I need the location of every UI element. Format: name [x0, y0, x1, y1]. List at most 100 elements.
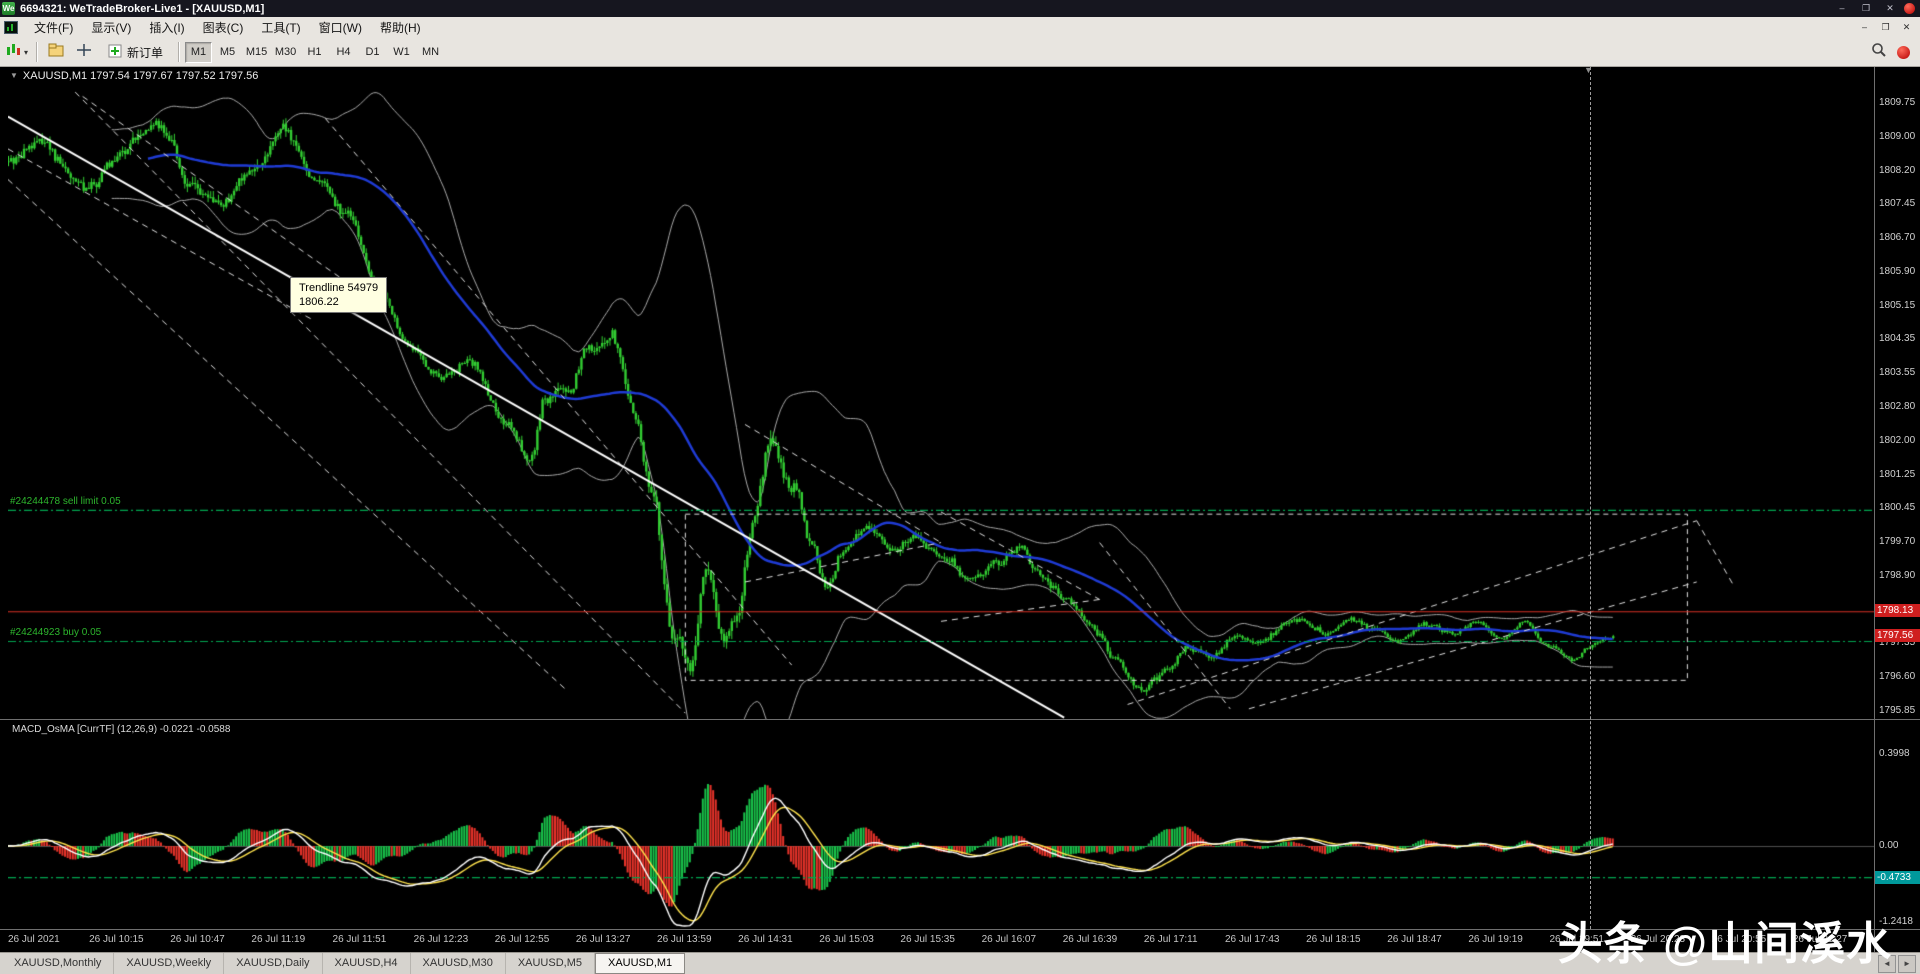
- crosshair-line: [1590, 67, 1591, 929]
- price-scale-label: 1809.00: [1879, 130, 1916, 142]
- time-axis-label: 26 Jul 19:19: [1468, 934, 1523, 945]
- price-scale-label: 1799.70: [1879, 536, 1916, 548]
- watermark: 头条 @山间溪水: [1557, 918, 1892, 969]
- time-axis-label: 26 Jul 14:31: [738, 934, 793, 945]
- tab-xauusd-m5[interactable]: XAUUSD,M5: [506, 953, 595, 974]
- close-button[interactable]: ✕: [1884, 0, 1896, 17]
- macd-scale-max: 0.3998: [1879, 748, 1910, 759]
- toolbar-separator: [36, 42, 37, 62]
- tab-xauusd-m30[interactable]: XAUUSD,M30: [411, 953, 506, 974]
- tab-xauusd-m1[interactable]: XAUUSD,M1: [595, 953, 686, 974]
- record-icon[interactable]: [1897, 45, 1910, 59]
- price-scale-label: 1806.70: [1879, 232, 1916, 244]
- timeframe-mn-button[interactable]: MN: [417, 42, 444, 63]
- new-chart-icon: [6, 43, 22, 62]
- menu-t[interactable]: 工具(T): [252, 16, 309, 39]
- crosshair-icon: [76, 43, 92, 62]
- tab-xauusd-weekly[interactable]: XAUUSD,Weekly: [114, 953, 225, 974]
- toolbar: ▾ 新订单 M1 M5 M15 M30 H1 H4 D1 W1 MN: [0, 38, 1920, 67]
- time-axis-label: 26 Jul 13:59: [657, 934, 712, 945]
- tab-xauusd-h4[interactable]: XAUUSD,H4: [323, 953, 411, 974]
- price-scale-label: 1804.35: [1879, 333, 1916, 345]
- child-restore-button[interactable]: ❐: [1880, 22, 1891, 33]
- price-scale-label: 1802.80: [1879, 401, 1916, 413]
- timeframe-h4-button[interactable]: H4: [330, 42, 357, 63]
- time-axis-label: 26 Jul 12:23: [413, 934, 469, 945]
- price-scale-label: 1798.90: [1879, 569, 1916, 581]
- time-axis-label: 26 Jul 17:11: [1143, 934, 1198, 945]
- profiles-icon: [48, 43, 64, 62]
- price-scale-label: 1800.45: [1879, 502, 1916, 514]
- window-controls: – ❐ ✕: [1836, 0, 1896, 17]
- trendline-tooltip: Trendline 54979 1806.22: [290, 277, 388, 313]
- menu-i[interactable]: 插入(I): [140, 16, 193, 39]
- child-close-button[interactable]: ✕: [1901, 22, 1912, 33]
- time-axis-label: 26 Jul 12:55: [494, 934, 550, 945]
- sell-limit-order-label[interactable]: #24244478 sell limit 0.05: [10, 496, 121, 507]
- one-click-trading-icon[interactable]: ▼: [10, 71, 18, 80]
- time-axis-label: 26 Jul 11:19: [251, 934, 306, 945]
- price-scale-label: 1805.90: [1879, 265, 1916, 277]
- menu-w[interactable]: 窗口(W): [310, 16, 371, 39]
- time-axis-label: 26 Jul 18:15: [1306, 934, 1361, 945]
- timeframe-m15-button[interactable]: M15: [243, 42, 270, 63]
- price-scale-label: 1801.25: [1879, 468, 1916, 480]
- time-marker-icon: ▼: [1584, 67, 1593, 75]
- tab-xauusd-monthly[interactable]: XAUUSD,Monthly: [2, 953, 115, 974]
- app-icon: We: [2, 2, 15, 15]
- chart-window: ▼ XAUUSD,M1 1797.54 1797.67 1797.52 1797.…: [0, 67, 1920, 952]
- chart-window-icon: [4, 21, 18, 34]
- macd-indicator-canvas[interactable]: [8, 720, 1874, 929]
- time-axis-label: 26 Jul 2021: [8, 934, 60, 945]
- maximize-button[interactable]: ❐: [1860, 0, 1872, 17]
- toolbar-separator: [178, 42, 180, 62]
- tooltip-value: 1806.22: [299, 296, 339, 308]
- time-axis-label: 26 Jul 15:35: [900, 934, 955, 945]
- buy-order-label[interactable]: #24244923 buy 0.05: [10, 627, 101, 638]
- time-axis-label: 26 Jul 10:47: [170, 934, 225, 945]
- menu-f[interactable]: 文件(F): [25, 16, 82, 39]
- time-axis-label: 26 Jul 16:07: [981, 934, 1037, 945]
- tabs-scroll-right-button[interactable]: ►: [1898, 955, 1916, 973]
- new-chart-button[interactable]: ▾: [4, 40, 30, 64]
- price-scale-border: [1874, 67, 1875, 952]
- chevron-down-icon: ▾: [23, 47, 28, 57]
- macd-level-badge: -0.4733: [1875, 871, 1920, 884]
- menu-c[interactable]: 图表(C): [194, 16, 253, 39]
- menu-bar: 文件(F) 显示(V) 插入(I) 图表(C) 工具(T) 窗口(W) 帮助(H) – ❐ …: [0, 17, 1920, 39]
- price-scale-label: 1807.45: [1879, 198, 1916, 210]
- pane-separator[interactable]: [0, 719, 1920, 720]
- main-chart-canvas[interactable]: [8, 67, 1874, 719]
- symbol-ohlc-label: ▼ XAUUSD,M1 1797.54 1797.67 1797.52 1797.…: [10, 70, 258, 82]
- tooltip-title: Trendline 54979: [299, 282, 379, 294]
- time-axis-label: 26 Jul 16:39: [1062, 934, 1118, 945]
- price-scale-label: 1802.00: [1879, 434, 1916, 446]
- timeframe-m30-button[interactable]: M30: [272, 42, 299, 63]
- crosshair-button[interactable]: [71, 40, 97, 64]
- timeframe-w1-button[interactable]: W1: [388, 42, 415, 63]
- macd-indicator-label: MACD_OsMA [CurrTF] (12,26,9) -0.0221 -0.…: [12, 724, 231, 735]
- broker-logo-icon: [1904, 3, 1915, 14]
- menu-h[interactable]: 帮助(H): [371, 16, 430, 39]
- time-axis-label: 26 Jul 15:03: [819, 934, 874, 945]
- price-scale-label: 1809.75: [1879, 97, 1916, 108]
- timeframe-group: M1 M5 M15 M30 H1 H4 D1 W1 MN: [184, 41, 445, 63]
- child-window-controls: – ❐ ✕: [1859, 22, 1920, 33]
- zoom-button[interactable]: [1866, 40, 1892, 64]
- tab-xauusd-daily[interactable]: XAUUSD,Daily: [224, 953, 323, 974]
- profiles-button[interactable]: [43, 40, 69, 64]
- minimize-button[interactable]: –: [1836, 0, 1848, 17]
- price-scale-label: 1803.55: [1879, 367, 1916, 379]
- timeframe-h1-button[interactable]: H1: [301, 42, 328, 63]
- new-order-button[interactable]: 新订单: [99, 40, 172, 64]
- menu-v[interactable]: 显示(V): [82, 16, 140, 39]
- symbol-ohlc-text: XAUUSD,M1 1797.54 1797.67 1797.52 1797.5…: [22, 70, 259, 82]
- bid-price-badge: 1797.56: [1875, 629, 1920, 642]
- ask-price-badge: 1798.13: [1875, 604, 1920, 617]
- timeframe-m5-button[interactable]: M5: [214, 42, 241, 63]
- price-scale-label: 1805.15: [1879, 299, 1916, 311]
- timeframe-m1-button[interactable]: M1: [185, 41, 213, 63]
- timeframe-d1-button[interactable]: D1: [359, 42, 386, 63]
- child-minimize-button[interactable]: –: [1859, 22, 1870, 33]
- time-axis-label: 26 Jul 11:51: [332, 934, 387, 945]
